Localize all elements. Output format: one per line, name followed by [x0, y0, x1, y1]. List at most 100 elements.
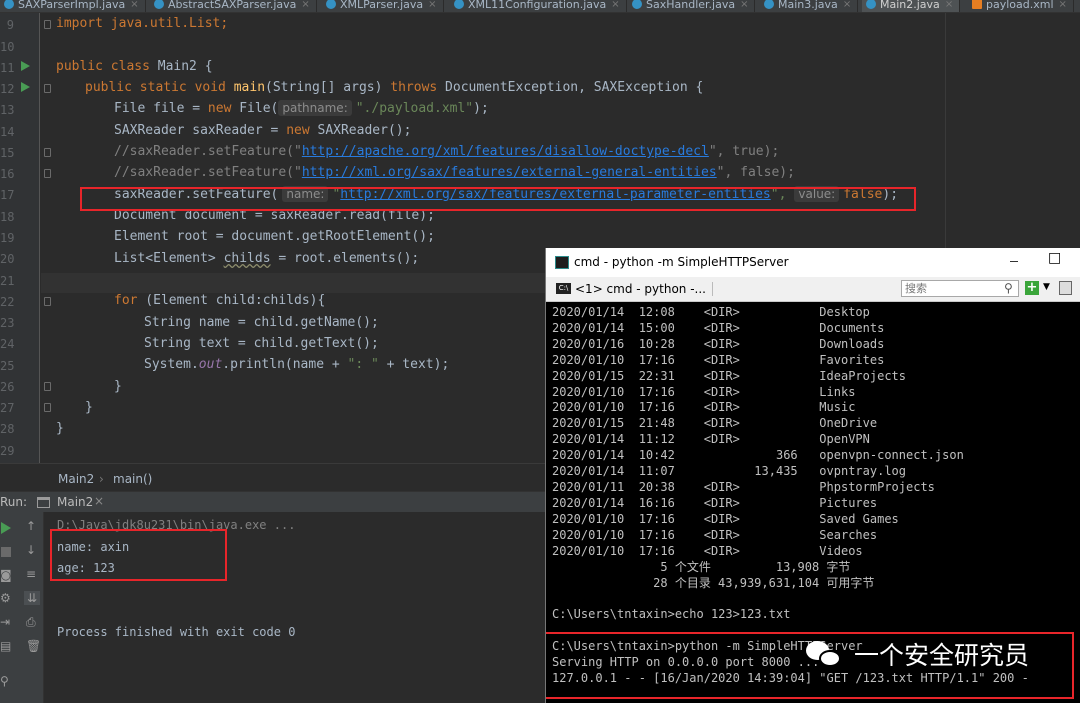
code-line-25: System.out.println(name + ": " + text); — [144, 355, 449, 375]
new-tab-icon[interactable]: + — [1025, 281, 1039, 295]
breadcrumb-class[interactable]: Main2 — [58, 472, 94, 486]
close-icon[interactable]: × — [428, 0, 436, 10]
close-icon[interactable]: × — [843, 0, 851, 10]
code-token: throws — [390, 80, 438, 95]
soft-wrap-icon[interactable]: ≡ — [26, 567, 36, 581]
trash-icon[interactable]: 🗑 — [26, 639, 41, 653]
terminal-line: 5 个文件 13,908 字节 — [552, 560, 851, 574]
close-icon[interactable]: × — [94, 494, 104, 508]
comment: ", true); — [708, 144, 780, 159]
code-token: for — [114, 293, 138, 308]
close-icon[interactable]: × — [740, 0, 748, 10]
close-icon[interactable]: × — [1059, 0, 1067, 10]
java-class-icon — [866, 0, 876, 9]
arrow-down-icon[interactable]: ↓ — [26, 543, 36, 557]
code-line-9: import java.util.List; — [56, 14, 228, 34]
gear-icon[interactable]: ⚙ — [0, 591, 11, 605]
code-token: = root.elements(); — [270, 251, 420, 266]
terminal-line: C:\Users\tntaxin>echo 123>123.txt — [552, 607, 791, 621]
run-toolbar: ↑ ↓ ◙ ≡ ⚙ ⇊ ⇥ ⎙ ▤ 🗑 ⚲ — [0, 512, 44, 703]
cmd-tab[interactable]: <1> cmd - python -... — [575, 282, 713, 296]
tab-payload-xml[interactable]: payload.xml × — [968, 0, 1074, 12]
directory-entry: 2020/01/10 17:16 <DIR> Searches — [552, 527, 878, 542]
parameter-hint: pathname: — [278, 100, 352, 116]
directory-entry: 2020/01/14 15:00 <DIR> Documents — [552, 320, 885, 335]
tab-label: XMLParser.java — [340, 0, 424, 11]
tab-xml11configuration[interactable]: XML11Configuration.java × — [450, 0, 627, 12]
directory-entry: 2020/01/10 17:16 <DIR> Music — [552, 400, 856, 415]
close-icon[interactable]: × — [301, 0, 309, 10]
wechat-icon — [806, 639, 842, 669]
breadcrumb-method[interactable]: main() — [113, 472, 152, 486]
tab-xmlparser[interactable]: XMLParser.java × — [322, 0, 444, 12]
cmd-title-bar[interactable]: cmd - python -m SimpleHTTPServer □ — [546, 248, 1080, 277]
code-line-27: } — [85, 400, 93, 415]
exit-icon[interactable]: ⇥ — [0, 615, 10, 629]
close-icon[interactable]: × — [945, 0, 953, 10]
tab-saxparserimpl[interactable]: SAXParserImpl.java × — [0, 0, 146, 12]
code-line-24: String text = child.getText(); — [144, 336, 379, 351]
cmd-window[interactable]: cmd - python -m SimpleHTTPServer □ C:\ <… — [545, 248, 1080, 703]
directory-entry: 2020/01/11 20:38 <DIR> PhpstormProjects — [552, 479, 935, 494]
fold-icon[interactable] — [44, 20, 51, 29]
camera-icon[interactable]: ◙ — [0, 568, 12, 582]
cmd-search-input[interactable]: 搜索 — [901, 280, 1019, 297]
dropdown-arrow-icon[interactable]: ▼ — [1043, 282, 1050, 292]
method-name: main — [233, 80, 266, 95]
url-link[interactable]: http://apache.org/xml/features/disallow-… — [302, 144, 709, 159]
run-method-icon[interactable] — [21, 82, 30, 92]
fold-icon[interactable] — [44, 169, 51, 178]
exit-message: Process finished with exit code 0 — [57, 625, 296, 639]
fold-icon[interactable] — [44, 382, 51, 391]
line-number: 19 — [0, 231, 15, 245]
variable-warning: childs — [223, 251, 271, 266]
line-number: 10 — [0, 40, 15, 54]
scroll-to-end-icon[interactable]: ⇊ — [24, 591, 41, 605]
pin-icon[interactable]: ⚲ — [0, 674, 9, 688]
code-line-16: //saxReader.setFeature("http://xml.org/s… — [114, 163, 795, 183]
tab-label: payload.xml — [986, 0, 1054, 11]
code-token: .println(name + — [222, 357, 348, 372]
directory-entry: 2020/01/15 21:48 <DIR> OneDrive — [552, 416, 878, 431]
fold-icon[interactable] — [44, 297, 51, 306]
run-config-tab[interactable]: Main2 — [57, 495, 93, 509]
close-icon[interactable]: × — [130, 0, 138, 10]
layout-icon[interactable]: ▤ — [0, 639, 11, 653]
tab-main3[interactable]: Main3.java × — [760, 0, 859, 12]
code-token: new — [207, 101, 232, 116]
line-number: 15 — [0, 146, 15, 160]
search-icon[interactable]: ⚲ — [1004, 281, 1013, 295]
code-token: (Element child:childs){ — [137, 293, 326, 308]
line-number-gutter: 9 10 11 12 13 14 15 16 17 18 19 20 21 22… — [0, 13, 40, 463]
url-link[interactable]: http://xml.org/sax/features/external-gen… — [302, 165, 717, 180]
arrow-up-icon[interactable]: ↑ — [26, 519, 36, 533]
run-label: Run: — [0, 495, 28, 509]
tab-label: XML11Configuration.java — [468, 0, 607, 11]
minimize-icon[interactable] — [1010, 253, 1018, 262]
tab-abstractsaxparser[interactable]: AbstractSAXParser.java × — [150, 0, 317, 12]
fold-icon[interactable] — [44, 403, 51, 412]
directory-entry: 2020/01/14 16:16 <DIR> Pictures — [552, 495, 878, 510]
line-number: 9 — [6, 18, 14, 32]
code-line-20: List<Element> childs = root.elements(); — [114, 249, 419, 269]
code-token: System. — [144, 357, 199, 372]
line-number: 22 — [0, 295, 15, 309]
rerun-icon[interactable] — [1, 522, 11, 534]
tab-saxhandler[interactable]: SaxHandler.java × — [628, 0, 756, 12]
run-class-icon[interactable] — [21, 61, 30, 71]
fold-icon[interactable] — [44, 84, 51, 93]
print-icon[interactable]: ⎙ — [26, 615, 36, 630]
code-line-26: } — [114, 379, 122, 394]
stop-icon[interactable] — [1, 547, 11, 557]
fold-icon[interactable] — [44, 148, 51, 157]
tab-main2[interactable]: Main2.java × — [862, 0, 961, 12]
line-number: 28 — [0, 422, 15, 436]
menu-icon[interactable] — [1059, 281, 1072, 295]
line-number: 13 — [0, 103, 15, 117]
code-token: File( — [231, 101, 279, 116]
directory-entry: 2020/01/14 12:08 <DIR> Desktop — [552, 305, 870, 319]
maximize-icon[interactable]: □ — [1048, 250, 1061, 266]
code-line-12: public static void main(String[] args) t… — [85, 78, 703, 98]
close-icon[interactable]: × — [611, 0, 619, 10]
code-token: SAXReader(); — [309, 123, 412, 138]
